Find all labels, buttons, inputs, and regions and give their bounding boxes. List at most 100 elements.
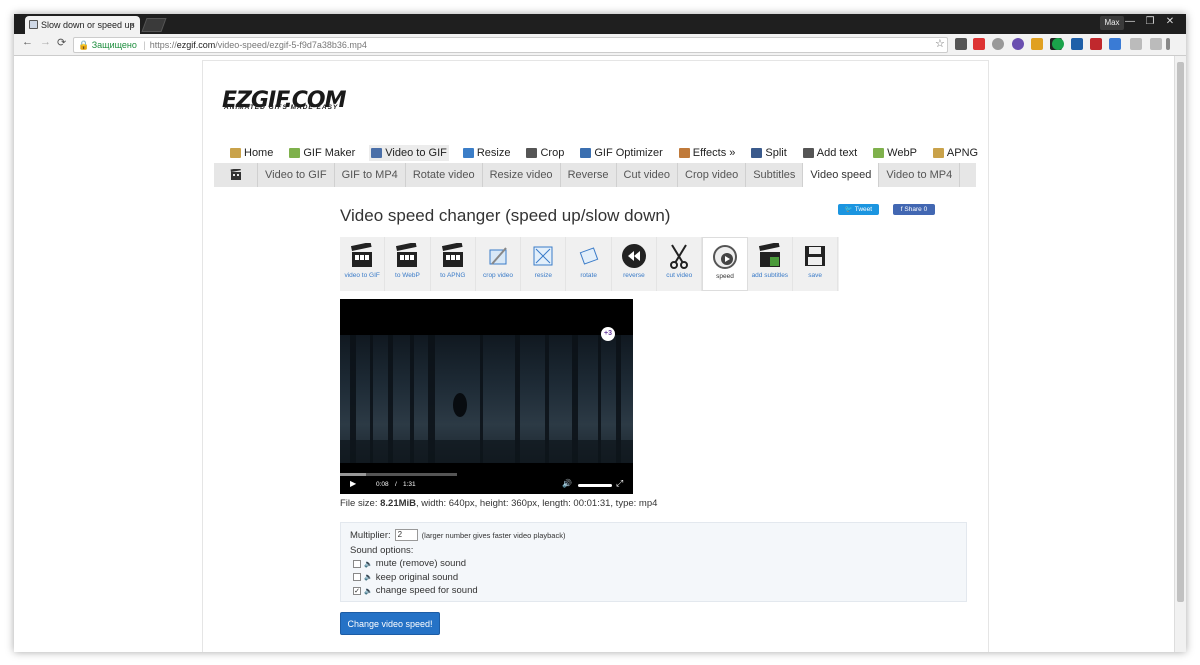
tab-title: Slow down or speed up (41, 20, 135, 30)
subnav-subtitles[interactable]: Subtitles (746, 163, 804, 187)
nav-label: Resize (476, 147, 511, 159)
tool-rotate[interactable]: rotate (566, 237, 612, 291)
clapper-icon (440, 242, 466, 270)
nav-label: APNG (946, 147, 979, 159)
speaker-icon: 🔈 (364, 587, 373, 595)
tool-save[interactable]: save (793, 237, 839, 291)
clapper-icon (394, 242, 420, 270)
page-title: Video speed changer (speed up/slow down) (340, 206, 671, 225)
bookmark-star-icon[interactable]: ☆ (935, 37, 945, 50)
nav-label: Crop (540, 147, 565, 159)
volume-slider[interactable] (578, 484, 612, 487)
text-icon (802, 148, 814, 158)
extension-green-icon[interactable] (1052, 38, 1064, 50)
sound-options-label: Sound options: (350, 545, 414, 556)
tool-label: to WebP (395, 272, 420, 279)
nav-add-text[interactable]: Add text (801, 145, 859, 161)
minimize-button[interactable]: — (1120, 14, 1140, 32)
browser-menu-icon[interactable] (1166, 38, 1170, 50)
extension-orange-icon[interactable] (1031, 38, 1043, 50)
fullscreen-icon[interactable]: ⤢ (616, 478, 623, 489)
subnav-video-speed[interactable]: Video speed (803, 163, 880, 187)
tool-label: speed (716, 273, 734, 280)
sound-option-row: ✓ 🔈 change speed for sound (353, 585, 478, 596)
tool-label: cut video (666, 272, 693, 279)
video-progress-bar[interactable] (340, 473, 457, 476)
subnav-video-to-gif[interactable]: Video to GIF (258, 163, 335, 187)
subnav-gif-to-mp4[interactable]: GIF to MP4 (335, 163, 406, 187)
video-frame (340, 335, 633, 463)
nav-crop[interactable]: Crop (524, 145, 566, 161)
nav-gif-maker[interactable]: GIF Maker (287, 145, 357, 161)
close-window-button[interactable]: ✕ (1160, 14, 1180, 32)
extension-red-icon[interactable] (973, 38, 985, 50)
extension-grey-icon[interactable] (1130, 38, 1142, 50)
subnav-video-to-mp4[interactable]: Video to MP4 (879, 163, 961, 187)
film-icon (214, 163, 258, 187)
volume-icon[interactable]: 🔊 (562, 479, 572, 488)
tool-to-webp[interactable]: to WebP (385, 237, 431, 291)
tool-speed[interactable]: speed (702, 237, 748, 291)
tab-close-icon[interactable]: × (130, 16, 135, 34)
extension-purple-icon[interactable] (1012, 38, 1024, 50)
nav-effects[interactable]: Effects » (677, 145, 738, 161)
subnav-resize-video[interactable]: Resize video (483, 163, 561, 187)
site-tagline: ANIMATED GIFS MADE EASY (224, 104, 339, 111)
extension-grey2-icon[interactable] (1150, 38, 1162, 50)
nav-video-to-gif[interactable]: Video to GIF (369, 145, 449, 161)
url-scheme: https:// (149, 40, 177, 50)
nav-gif-optimizer[interactable]: GIF Optimizer (578, 145, 664, 161)
scrollbar-thumb[interactable] (1177, 62, 1184, 602)
address-separator: | (143, 40, 146, 50)
sound-option-label: mute (remove) sound (375, 558, 467, 569)
sound-option-checkbox[interactable] (353, 559, 361, 568)
browser-tab[interactable]: Slow down or speed up × (25, 16, 140, 34)
nav-webp[interactable]: WebP (871, 145, 919, 161)
sound-option-checkbox[interactable]: ✓ (353, 586, 361, 595)
change-speed-button[interactable]: Change video speed! (340, 612, 440, 635)
speaker-icon: 🔈 (364, 560, 373, 568)
resize-icon (462, 148, 474, 158)
tool-add-subtitles[interactable]: add subtitles (748, 237, 793, 291)
gif-maker-icon (289, 148, 301, 158)
reload-button[interactable]: ⟳ (57, 36, 66, 49)
video-player[interactable] (340, 299, 633, 494)
subnav-cut-video[interactable]: Cut video (617, 163, 679, 187)
play-button[interactable]: ▶ (350, 479, 356, 488)
nav-resize[interactable]: Resize (461, 145, 513, 161)
tool-video-to-gif[interactable]: video to GIF (340, 237, 386, 291)
tool-resize[interactable]: resize (521, 237, 567, 291)
clapper-icon (349, 242, 375, 270)
back-button[interactable]: ← (22, 36, 33, 48)
facebook-share-button[interactable]: f Share 0 (893, 204, 935, 215)
nav-label: Effects » (692, 147, 736, 159)
restore-button[interactable]: ❐ (1140, 14, 1160, 32)
extension-blue-icon[interactable] (1071, 38, 1083, 50)
nav-home[interactable]: Home (228, 145, 275, 161)
extension-gear-icon[interactable] (992, 38, 1004, 50)
secure-label: Защищено (91, 40, 137, 50)
extension-red2-icon[interactable] (1090, 38, 1102, 50)
tool-reverse[interactable]: reverse (612, 237, 658, 291)
tool-to-apng[interactable]: to APNG (431, 237, 476, 291)
share-label: Share 0 (904, 206, 928, 213)
tool-crop-video[interactable]: crop video (476, 237, 522, 291)
forward-button[interactable]: → (40, 36, 51, 48)
subnav-reverse[interactable]: Reverse (561, 163, 617, 187)
subnav-rotate-video[interactable]: Rotate video (406, 163, 483, 187)
page-scrollbar[interactable] (1174, 56, 1186, 652)
address-bar[interactable]: 🔒 Защищено | https://ezgif.com/video-spee… (73, 37, 948, 53)
nav-label: Home (244, 147, 274, 159)
tweet-button[interactable]: 🐦 Tweet (838, 204, 879, 215)
speaker-icon: 🔈 (364, 574, 373, 581)
nav-apng[interactable]: APNG (931, 145, 980, 161)
tool-cut-video[interactable]: cut video (657, 237, 703, 291)
sound-option-checkbox[interactable] (353, 573, 361, 581)
multiplier-input[interactable]: 2 (394, 529, 418, 541)
extension-shield-icon[interactable] (955, 38, 967, 50)
tool-label: add subtitles (751, 272, 789, 279)
extension-w-icon[interactable] (1109, 38, 1121, 50)
subnav-crop-video[interactable]: Crop video (678, 163, 747, 187)
nav-split[interactable]: Split (749, 145, 788, 161)
lock-icon: 🔒 (78, 40, 90, 50)
